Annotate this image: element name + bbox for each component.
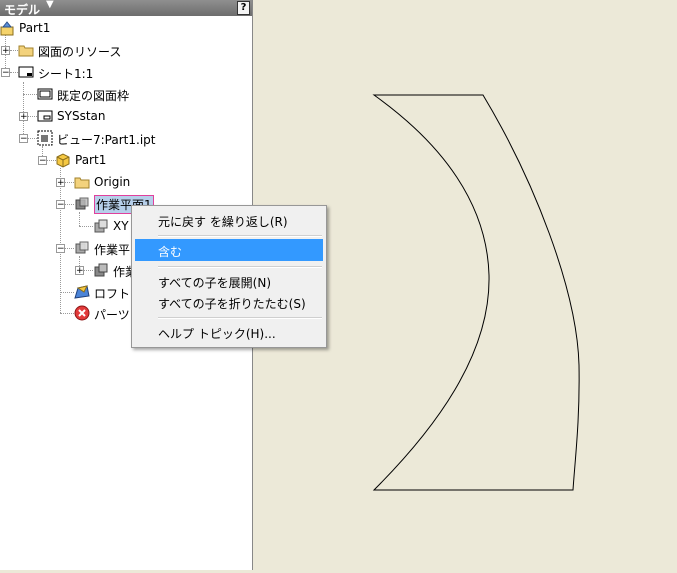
expand-toggle[interactable]: +: [56, 178, 65, 188]
menu-item-redo[interactable]: 元に戻す を繰り返し(R): [135, 209, 323, 231]
menu-item-label: すべての子を折りたたむ(S): [158, 297, 306, 311]
tree-node-label: ロフト: [94, 287, 131, 301]
border-icon: [37, 86, 53, 102]
title-block-icon: [37, 108, 53, 124]
work-plane-icon: [93, 262, 109, 278]
folder-icon: [74, 174, 90, 190]
menu-separator: [158, 235, 322, 237]
menu-item-collapse-all[interactable]: すべての子を折りたたむ(S): [135, 291, 323, 313]
collapse-toggle[interactable]: −: [56, 244, 65, 254]
menu-item-label: 含む: [158, 245, 183, 259]
tree-node-label: 図面のリソース: [38, 45, 122, 59]
tree-node-label: パーツ: [94, 308, 130, 322]
tree-connector: [79, 226, 93, 227]
tree-node-label: シート1:1: [38, 67, 94, 81]
help-button[interactable]: ?: [237, 1, 250, 15]
tree-connector: [84, 270, 93, 271]
collapse-toggle[interactable]: −: [1, 68, 10, 78]
work-plane-icon: [74, 240, 90, 256]
tree-connector: [65, 248, 74, 249]
tree-node-label: 既定の図面枠: [57, 89, 130, 103]
menu-item-expand-all[interactable]: すべての子を展開(N): [135, 270, 323, 292]
drawing-view-icon: [37, 130, 53, 146]
tree-node-label: SYSstan: [57, 109, 106, 123]
tree-node-label: ビュー7:Part1.ipt: [57, 133, 156, 147]
menu-separator: [158, 266, 322, 268]
expand-toggle[interactable]: +: [1, 46, 10, 56]
tree-connector: [10, 50, 18, 51]
tree-connector: [28, 138, 37, 139]
expand-toggle[interactable]: +: [75, 266, 84, 276]
expand-toggle[interactable]: +: [19, 112, 28, 122]
tree-connector: [60, 313, 74, 314]
tree-node-label: XY: [113, 219, 129, 233]
menu-item-label: すべての子を展開(N): [158, 276, 272, 290]
tree-connector: [23, 94, 37, 95]
tree-connector: [79, 212, 80, 226]
tree-connector: [65, 182, 74, 183]
menu-item-label: ヘルプ トピック(H)...: [158, 327, 276, 341]
loft-icon: [74, 284, 90, 300]
sheet-icon: [18, 64, 34, 80]
panel-header[interactable]: モデル ▼ ?: [0, 0, 252, 17]
folder-icon: [18, 42, 34, 58]
menu-item-include[interactable]: 含む: [135, 239, 323, 261]
work-plane-icon: [74, 196, 90, 212]
chevron-down-icon[interactable]: ▼: [46, 0, 54, 10]
tree-connector: [60, 292, 74, 293]
error-icon: [74, 305, 90, 321]
tree-node-label: 作業平: [94, 243, 131, 257]
tree-node-label: Part1: [19, 21, 51, 35]
menu-item-label: 元に戻す を繰り返し(R): [158, 215, 288, 229]
tree-node-label: Origin: [94, 175, 131, 189]
menu-separator: [158, 317, 322, 319]
menu-item-help-topics[interactable]: ヘルプ トピック(H)...: [135, 321, 323, 343]
tree-connector: [10, 72, 18, 73]
work-plane-icon: [93, 218, 109, 234]
collapse-toggle[interactable]: −: [38, 156, 47, 166]
tree-connector: [65, 204, 74, 205]
collapse-toggle[interactable]: −: [19, 134, 28, 144]
part-cube-icon: [55, 152, 71, 168]
part-document-icon: [0, 20, 16, 36]
tree-connector: [28, 116, 37, 117]
tree-node-label: Part1: [75, 153, 107, 167]
collapse-toggle[interactable]: −: [56, 200, 65, 210]
context-menu: 元に戻す を繰り返し(R) 含む すべての子を展開(N) すべての子を折りたたむ…: [131, 205, 327, 348]
